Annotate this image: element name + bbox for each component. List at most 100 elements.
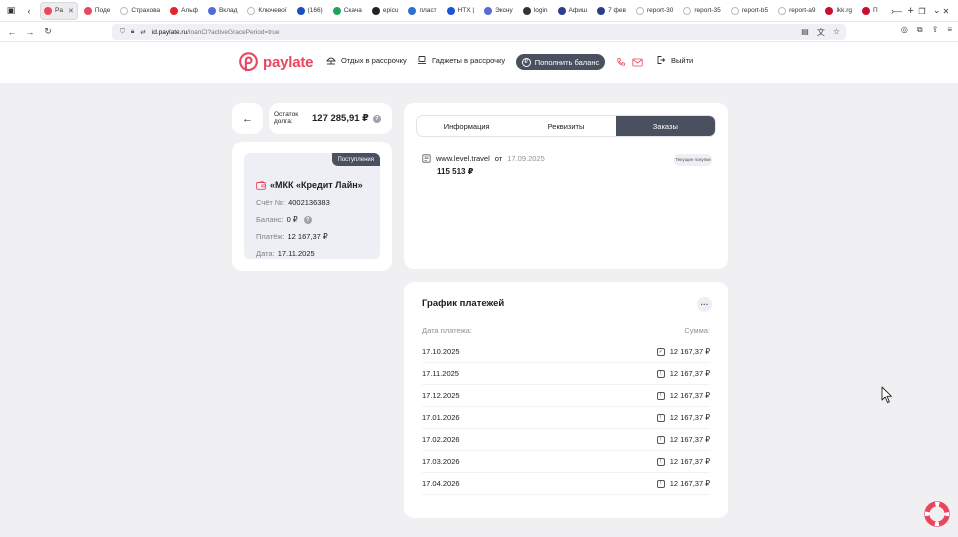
reload-icon[interactable]: ↻ (39, 26, 57, 37)
loan-payment-row: Платёж: 12 167,37 ₽ (256, 232, 328, 241)
restore-icon[interactable]: ❐ (910, 7, 934, 16)
browser-tab[interactable]: report-35 (679, 2, 724, 20)
schedule-row-amount: 12 167,37 ₽ (669, 479, 710, 488)
schedule-row-date: 17.10.2025 (422, 347, 460, 356)
browser-tab[interactable]: report-b5 (727, 2, 772, 20)
pending-status-icon: ! (656, 369, 665, 378)
minimize-icon[interactable]: — (886, 7, 910, 16)
logout-link[interactable]: Выйти (656, 55, 693, 65)
browser-tab-label: П (873, 7, 878, 14)
browser-toolbar-right: ◎ ⧉ ⇪ ≡ (901, 25, 952, 35)
url-bar[interactable]: ⛉ 🔒︎ ⇄ id.paylate.ru/loanCl?activeGraceP… (112, 24, 846, 40)
share-icon[interactable]: ⇪ (932, 25, 939, 35)
schedule-row-amount-cell: ✓ 12 167,37 ₽ (656, 347, 710, 356)
permissions-icon[interactable]: ⇄ (140, 28, 145, 36)
info-icon[interactable]: ? (372, 114, 381, 123)
browser-tab[interactable]: Pa ✕ (40, 1, 78, 20)
bookmark-star-icon[interactable]: ☆ (833, 27, 840, 38)
browser-tab[interactable]: (166) (293, 2, 327, 20)
paylate-logo[interactable]: paylate (238, 52, 313, 73)
loan-account-value: 4002136383 (288, 198, 330, 207)
browser-tab[interactable]: Поде (80, 2, 115, 20)
paid-check-icon: ✓ (656, 347, 665, 356)
nav-gadgets-link[interactable]: Гаджеты в рассрочку (417, 55, 505, 65)
loan-card-body[interactable]: Поступления «МКК «Кредит Лайн» Счёт №: 4… (244, 153, 380, 259)
url-host: id.paylate.ru (151, 28, 188, 36)
tab-overview-icon[interactable]: ▣ (4, 4, 18, 18)
schedule-col-date: Дата платежа: (422, 326, 472, 335)
url-actions: ▤ 文 ☆ (801, 27, 840, 38)
browser-tab[interactable]: Афиш (554, 2, 592, 20)
menu-icon[interactable]: ≡ (947, 25, 952, 35)
order-item[interactable]: www.level.travel от 17.09.2025 115 513 ₽… (422, 154, 712, 176)
schedule-row-amount-cell: ! 12 167,37 ₽ (656, 435, 710, 444)
browser-tab[interactable]: login (519, 2, 552, 20)
reader-view-icon[interactable]: ▤ (801, 27, 809, 38)
schedule-row-amount-cell: ! 12 167,37 ₽ (656, 391, 710, 400)
schedule-row-amount: 12 167,37 ₽ (669, 369, 710, 378)
browser-tab-label: report-30 (646, 7, 674, 14)
browser-tab[interactable]: Ключевої (243, 2, 290, 20)
pending-status-icon: ! (656, 479, 665, 488)
browser-tab[interactable]: lkk.rg (821, 2, 856, 20)
close-window-icon[interactable]: ✕ (934, 7, 958, 16)
browser-tab[interactable]: П (858, 2, 882, 20)
browser-tab[interactable]: report-30 (632, 2, 677, 20)
schedule-row-amount: 12 167,37 ₽ (669, 457, 710, 466)
nav-installments-link[interactable]: Отдых в рассрочку (326, 55, 407, 65)
order-line: www.level.travel от 17.09.2025 (422, 154, 712, 163)
browser-tab[interactable]: пласт (404, 2, 440, 20)
pending-status-icon: ! (656, 457, 665, 466)
browser-tab[interactable]: 7 фев (593, 2, 630, 20)
browser-tab-label: Эксну (495, 7, 513, 14)
account-icon[interactable]: ◎ (901, 25, 908, 35)
forward-icon[interactable]: → (21, 27, 39, 37)
lock-icon[interactable]: 🔒︎ (131, 28, 134, 36)
loan-payment-value: 12 167,37 ₽ (287, 232, 328, 241)
wallet-icon (256, 180, 266, 190)
schedule-row: 17.11.2025! 12 167,37 ₽ (422, 363, 710, 385)
schedule-row-amount: 12 167,37 ₽ (669, 413, 710, 422)
tab-favicon-icon (408, 6, 417, 15)
back-button[interactable]: ← (232, 103, 263, 134)
browser-tab-label: report-a9 (789, 7, 816, 14)
shield-icon[interactable]: ⛉ (120, 28, 125, 36)
browser-tab[interactable]: Альф (166, 2, 202, 20)
pending-status-icon: ! (656, 435, 665, 444)
tab-favicon-icon (730, 6, 739, 15)
browser-tab[interactable]: epicu (368, 2, 403, 20)
more-options-icon[interactable]: ··· (697, 297, 712, 312)
loan-details-card: Информация Реквизиты Заказы www.level.tr… (404, 103, 728, 269)
tab-favicon-icon (83, 6, 92, 15)
tab-information[interactable]: Информация (417, 116, 516, 136)
schedule-row-date: 17.02.2026 (422, 435, 460, 444)
nav-installments-label: Отдых в рассрочку (341, 55, 407, 65)
browser-tab[interactable]: Эксну (480, 2, 517, 20)
tab-favicon-icon (597, 6, 606, 15)
topup-balance-button[interactable]: ₽ Пополнить баланс (516, 54, 605, 70)
tab-orders[interactable]: Заказы (615, 116, 715, 136)
back-icon[interactable]: ← (3, 27, 21, 37)
close-tab-icon[interactable]: ✕ (68, 7, 74, 15)
translate-icon[interactable]: 文 (817, 27, 825, 38)
browser-tab[interactable]: report-a9 (774, 2, 819, 20)
balance-info-icon[interactable]: ? (303, 215, 312, 224)
schedule-row-amount: 12 167,37 ₽ (669, 347, 710, 356)
support-lifebuoy-icon[interactable] (924, 501, 950, 527)
browser-tab-label: Pa (55, 7, 63, 14)
tab-favicon-icon (296, 6, 305, 15)
schedule-row: 17.12.2025! 12 167,37 ₽ (422, 385, 710, 407)
mail-icon[interactable] (632, 57, 643, 67)
tabs-scroll-left-icon[interactable]: ‹ (22, 4, 36, 18)
schedule-row-amount-cell: ! 12 167,37 ₽ (656, 369, 710, 378)
browser-tab[interactable]: Скача (329, 2, 366, 20)
tab-favicon-icon (120, 6, 129, 15)
browser-tab-label: Альф (181, 7, 198, 14)
tab-requisites[interactable]: Реквизиты (516, 116, 615, 136)
phone-icon[interactable] (615, 57, 626, 67)
browser-tab[interactable]: Вклад (204, 2, 241, 20)
browser-tab[interactable]: HTX | (443, 2, 479, 20)
browser-tab[interactable]: Страхова (116, 2, 164, 20)
extensions-icon[interactable]: ⧉ (917, 25, 923, 35)
tab-favicon-icon (557, 6, 566, 15)
